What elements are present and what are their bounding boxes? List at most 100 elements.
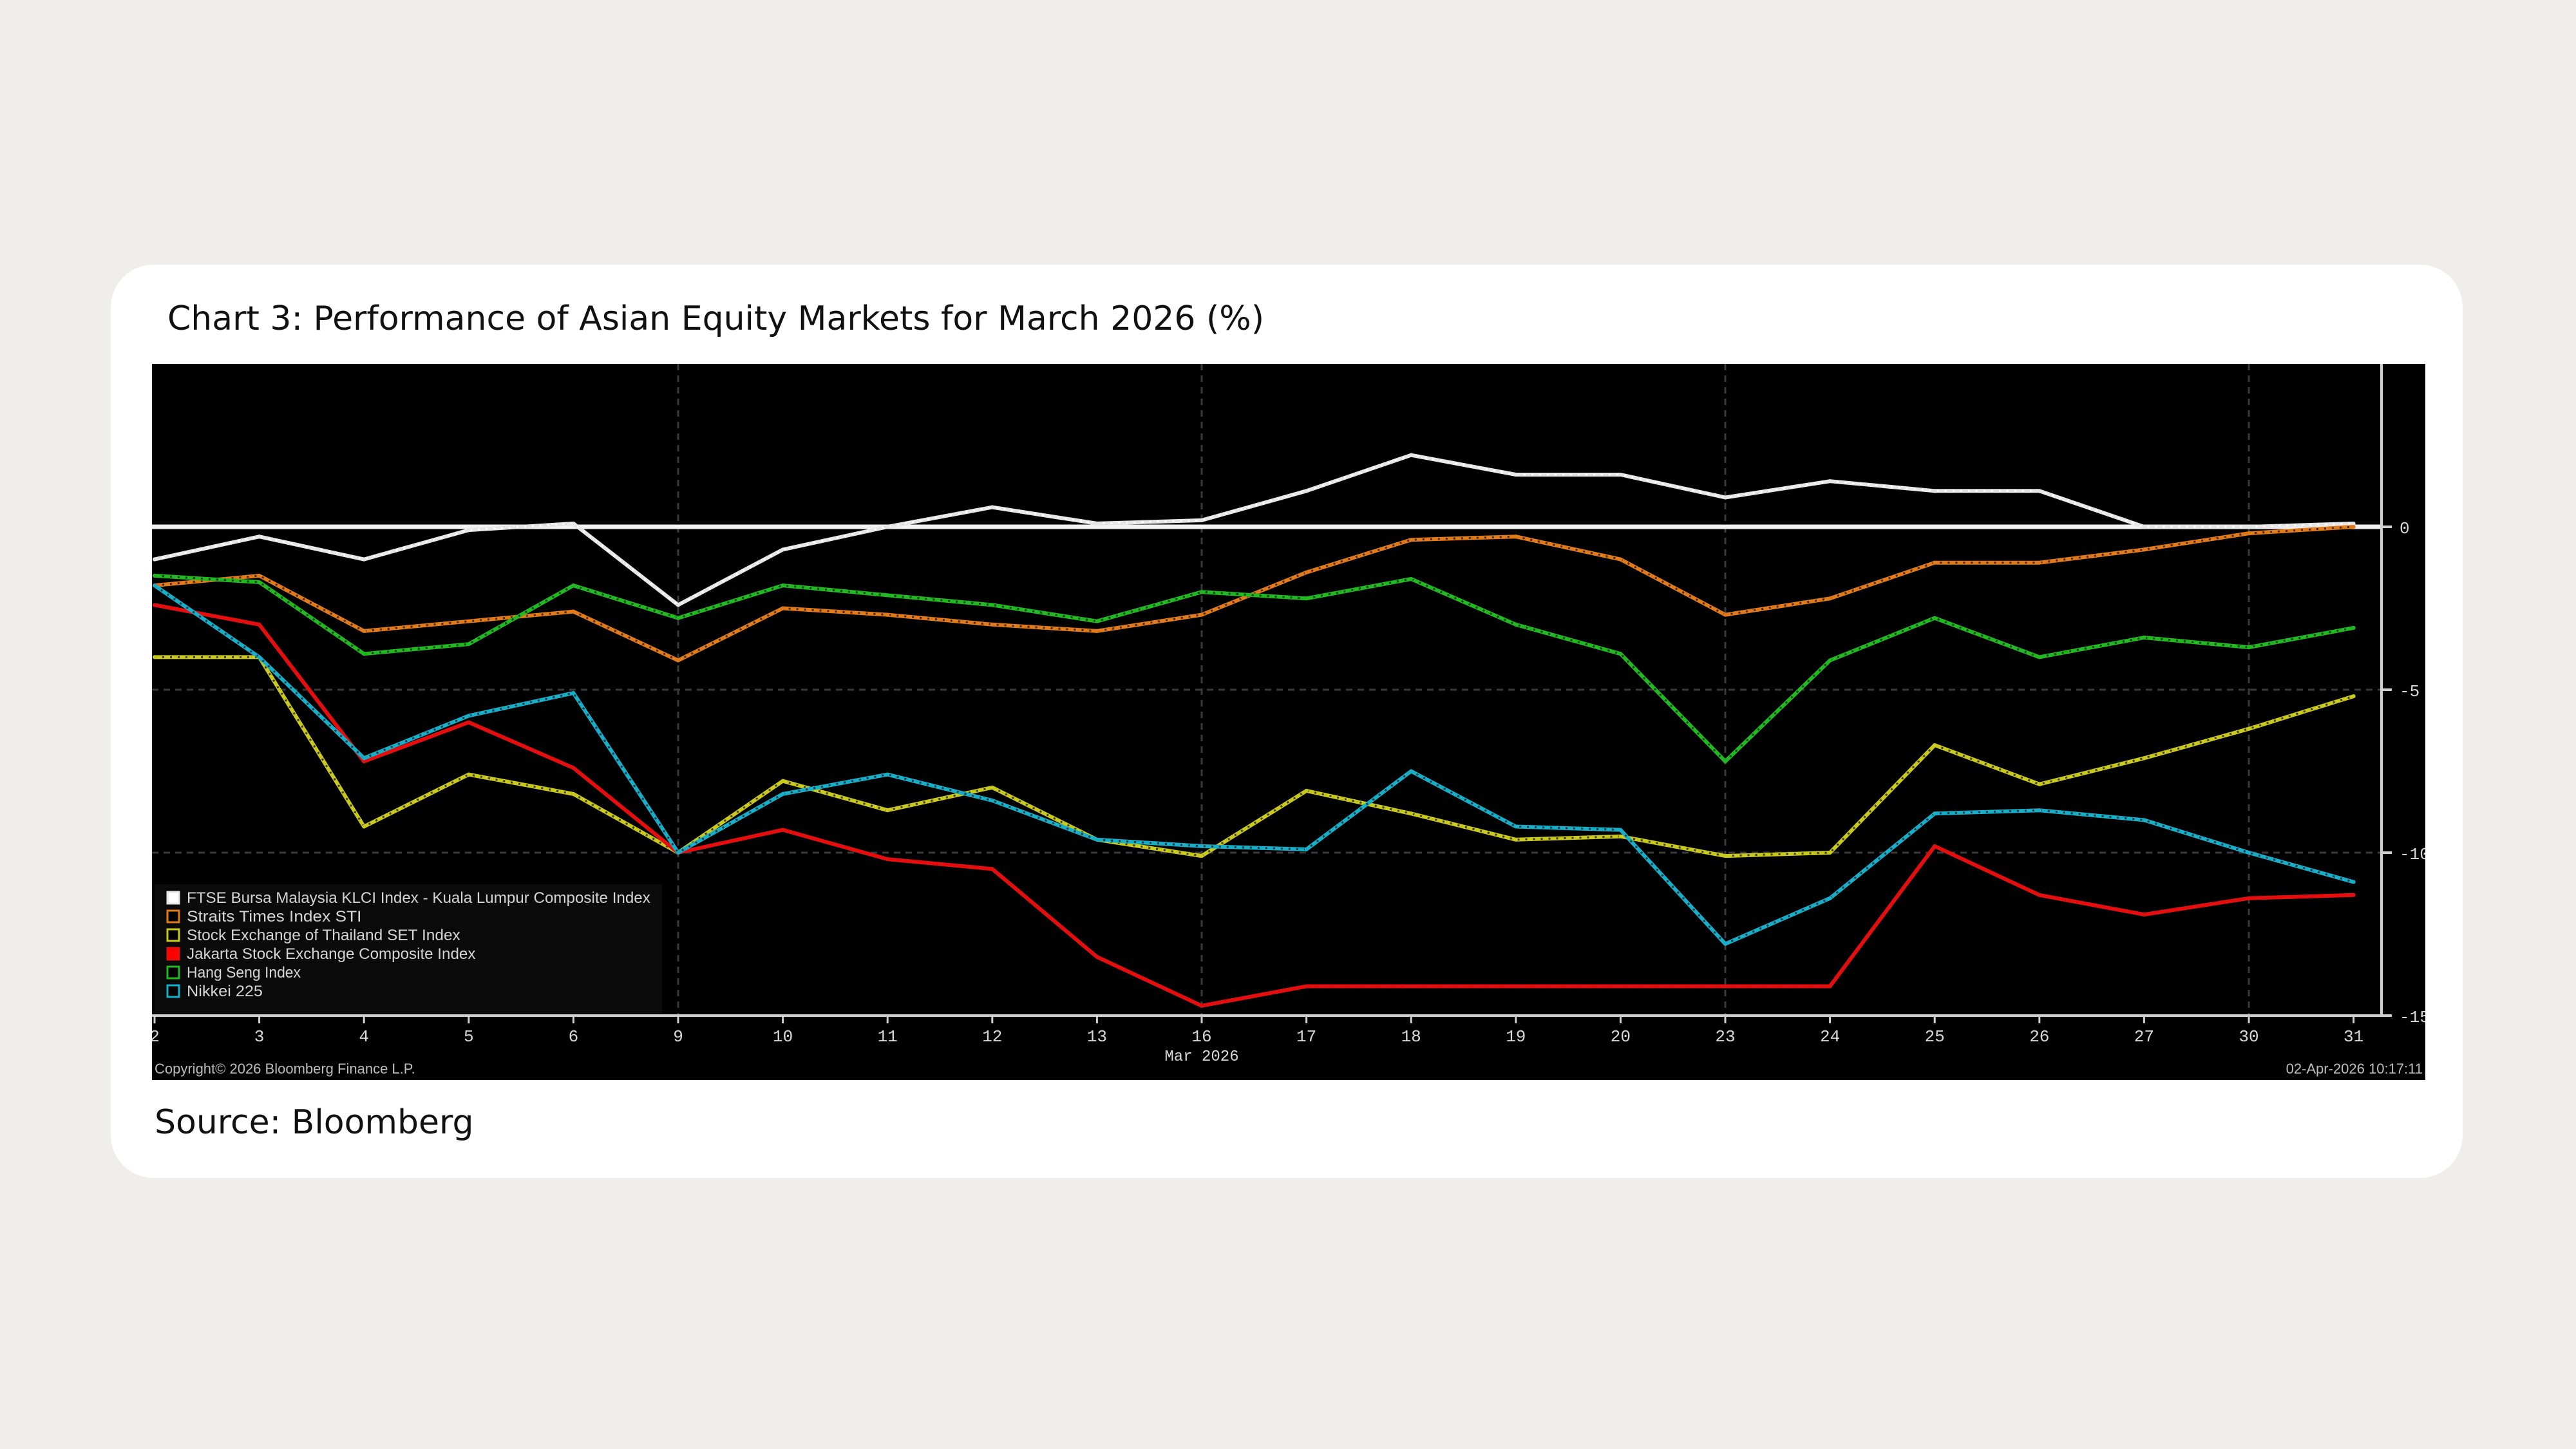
data-point — [1513, 473, 1518, 477]
data-point — [466, 720, 471, 724]
data-point — [1933, 560, 1937, 565]
data-point — [886, 593, 890, 598]
data-point — [1828, 479, 1832, 484]
data-point — [466, 642, 471, 647]
data-point — [2142, 636, 2146, 640]
x-tick-label: 4 — [359, 1027, 369, 1046]
data-point — [466, 714, 471, 718]
data-point — [1933, 616, 1937, 620]
data-point — [1095, 837, 1099, 842]
legend-label: Nikkei 225 — [187, 983, 263, 1000]
legend-swatch — [166, 891, 180, 905]
data-point — [1304, 489, 1309, 493]
chart-card: Chart 3: Performance of Asian Equity Mar… — [111, 265, 2463, 1178]
legend-label: Jakarta Stock Exchange Composite Index — [187, 945, 475, 963]
data-point — [1723, 759, 1728, 764]
data-point — [2247, 896, 2251, 900]
legend-swatch — [166, 947, 180, 961]
legend-label: FTSE Bursa Malaysia KLCI Index - Kuala L… — [187, 889, 650, 907]
data-point — [362, 652, 366, 656]
data-point — [1304, 596, 1309, 601]
x-tick-label: 5 — [464, 1027, 474, 1046]
data-point — [886, 772, 890, 777]
data-point — [1513, 535, 1518, 539]
data-point — [1409, 811, 1414, 816]
data-point — [886, 857, 890, 862]
data-point — [257, 622, 261, 627]
data-point — [1828, 896, 1832, 900]
data-point — [1933, 489, 1937, 493]
data-point — [2351, 525, 2356, 529]
data-point — [2142, 547, 2146, 552]
data-point — [2351, 880, 2356, 884]
data-point — [1618, 473, 1623, 477]
data-point — [886, 525, 890, 529]
data-point — [153, 557, 156, 562]
data-point — [1304, 788, 1309, 793]
data-point — [2247, 851, 2251, 855]
data-point — [2142, 913, 2146, 917]
data-point — [676, 851, 681, 855]
data-point — [1723, 854, 1728, 858]
series-line-dots — [154, 574, 2354, 763]
legend-swatch — [166, 909, 180, 923]
legend: FTSE Bursa Malaysia KLCI Index - Kuala L… — [155, 884, 662, 1013]
data-point — [1095, 954, 1099, 959]
data-point — [2037, 782, 2041, 786]
x-tick-label: 24 — [1820, 1027, 1840, 1046]
data-point — [781, 779, 785, 783]
data-point — [2037, 808, 2041, 813]
series-line — [153, 453, 2356, 607]
data-point — [1409, 984, 1414, 989]
data-point — [886, 808, 890, 813]
data-point — [1095, 521, 1099, 526]
data-point — [1828, 658, 1832, 663]
x-tick-label: 18 — [1401, 1027, 1421, 1046]
data-point — [2037, 655, 2041, 659]
data-point — [571, 583, 576, 588]
data-point — [781, 547, 785, 552]
data-point — [1409, 538, 1414, 542]
data-point — [1200, 590, 1204, 594]
data-point — [1409, 453, 1414, 457]
x-tick-label: 10 — [773, 1027, 793, 1046]
data-point — [362, 557, 366, 562]
data-point — [781, 828, 785, 832]
data-point — [2037, 893, 2041, 897]
data-point — [2351, 625, 2356, 630]
x-axis-label: Mar 2026 — [1164, 1048, 1238, 1066]
x-tick-label: 19 — [1506, 1027, 1526, 1046]
data-point — [571, 791, 576, 796]
data-point — [1200, 612, 1204, 617]
legend-swatch — [166, 965, 180, 980]
data-point — [1513, 824, 1518, 829]
y-tick-label: -5 — [2400, 682, 2420, 701]
data-point — [257, 535, 261, 539]
data-point — [571, 521, 576, 526]
x-tick-label: 2 — [152, 1027, 160, 1046]
data-point — [1200, 854, 1204, 858]
data-point — [153, 583, 156, 588]
x-tick-label: 23 — [1715, 1027, 1735, 1046]
data-point — [257, 573, 261, 578]
data-point — [1618, 652, 1623, 656]
data-point — [1828, 851, 1832, 855]
data-point — [1618, 834, 1623, 838]
data-point — [1200, 518, 1204, 522]
data-point — [571, 609, 576, 614]
data-point — [676, 658, 681, 663]
legend-label: Straits Times Index STI — [187, 908, 361, 925]
data-point — [2037, 560, 2041, 565]
x-tick-label: 17 — [1296, 1027, 1316, 1046]
data-point — [676, 603, 681, 607]
data-point — [2351, 893, 2356, 897]
copyright-note: Copyright© 2026 Bloomberg Finance L.P. — [155, 1061, 415, 1077]
data-point — [990, 505, 994, 509]
data-point — [990, 799, 994, 803]
data-point — [153, 573, 156, 578]
chart-title: Chart 3: Performance of Asian Equity Mar… — [167, 299, 1264, 338]
data-point — [2247, 726, 2251, 731]
x-tick-label: 20 — [1611, 1027, 1631, 1046]
data-point — [1200, 1003, 1204, 1008]
bloomberg-chart-panel: 0 -5 -10 -15 2 3 4 5 6 9 10 11 12 13 16 17 18 19 20 23 24 25 2… — [152, 364, 2425, 1080]
